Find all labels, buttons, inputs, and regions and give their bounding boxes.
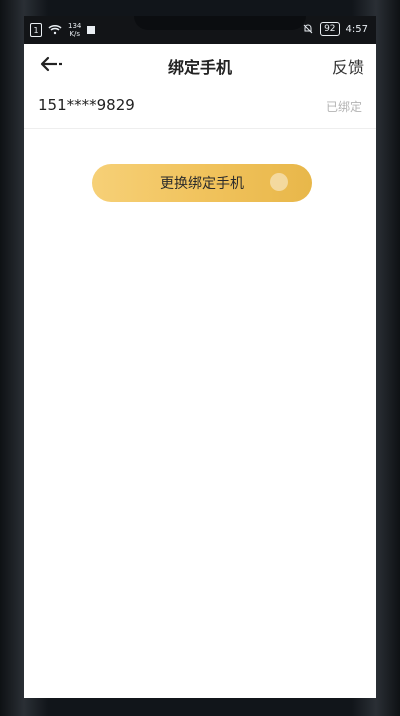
status-left: 1 134 K/s xyxy=(30,22,96,38)
screen: 1 134 K/s 92 4:57 绑定手机 反馈 151****9829 已绑… xyxy=(24,16,376,698)
net-speed: 134 K/s xyxy=(68,22,81,38)
notch xyxy=(134,16,306,30)
net-speed-value: 134 xyxy=(68,22,82,30)
device-frame: 1 134 K/s 92 4:57 绑定手机 反馈 151****9829 已绑… xyxy=(0,0,400,716)
bound-phone-row: 151****9829 已绑定 xyxy=(24,86,376,129)
app-bar: 绑定手机 反馈 xyxy=(24,44,376,84)
phone-number: 151****9829 xyxy=(38,96,135,114)
touch-ripple xyxy=(270,173,288,191)
status-right: 92 4:57 xyxy=(302,22,368,36)
change-phone-button-label: 更换绑定手机 xyxy=(160,176,244,192)
clock: 4:57 xyxy=(345,23,368,35)
change-phone-button[interactable]: 更换绑定手机 xyxy=(92,164,312,202)
bell-muted-icon xyxy=(303,24,313,34)
battery-indicator: 92 xyxy=(320,22,340,36)
wifi-icon xyxy=(48,25,62,35)
bound-status: 已绑定 xyxy=(325,100,362,114)
page-title: 绑定手机 xyxy=(167,58,232,77)
sim-icon: 1 xyxy=(30,23,42,37)
net-speed-unit: K/s xyxy=(69,30,80,38)
feedback-button[interactable]: 反馈 xyxy=(332,54,364,78)
notification-square-icon xyxy=(87,26,96,34)
